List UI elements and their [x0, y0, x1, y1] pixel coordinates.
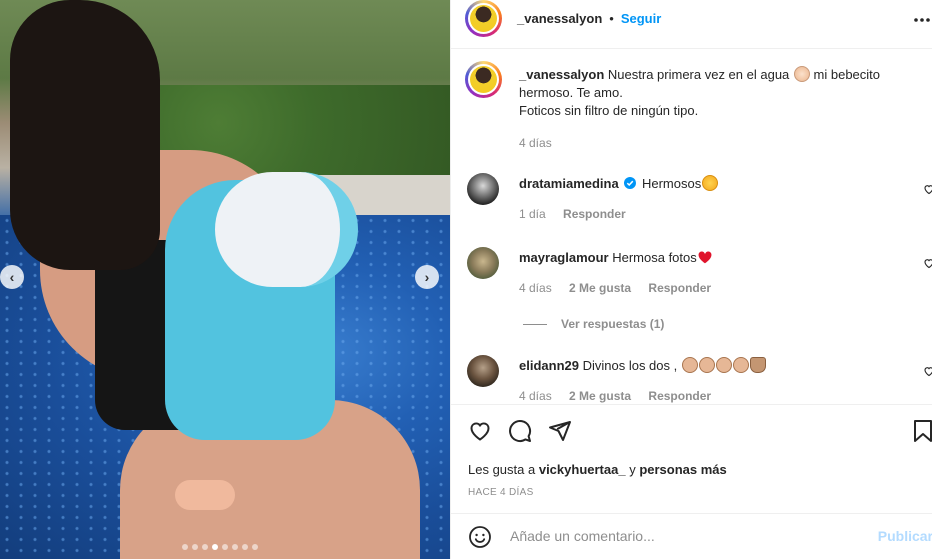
caption: _vanessalyon Nuestra primera vez en el a… [519, 66, 919, 152]
caption-username[interactable]: _vanessalyon [519, 67, 604, 82]
carousel-dot [232, 544, 238, 550]
comment-username[interactable]: dratamiamedina [519, 176, 619, 191]
post-timestamp[interactable]: HACE 4 DÍAS [468, 487, 534, 498]
comment: elidann29 Divinos los dos , 4 días 2 Me … [519, 357, 919, 404]
comment-username[interactable]: mayraglamour [519, 250, 609, 265]
comment-input[interactable] [508, 527, 832, 545]
likes-others-link[interactable]: personas más [639, 462, 726, 477]
likes-join: y [629, 462, 636, 477]
carousel-next-button[interactable]: › [415, 265, 439, 289]
likes-summary: Les gusta a vickyhuertaa_ y personas más [468, 462, 727, 477]
comment-text: Hermosos [641, 176, 702, 191]
comment-time: 4 días [519, 389, 552, 403]
heart-outline-icon [924, 367, 932, 377]
carousel-dot [252, 544, 258, 550]
clapping-hands-emoji [681, 357, 766, 373]
star-struck-emoji [702, 175, 719, 191]
heart-outline-icon [924, 259, 932, 269]
comment-text: Divinos los dos , [582, 358, 678, 373]
carousel-prev-button[interactable]: ‹ [0, 265, 24, 289]
comment-button[interactable] [508, 419, 532, 443]
post-header: _vanessalyon • Seguir [451, 0, 932, 49]
comment: dratamiamedina Hermosos 1 día Responder [519, 175, 919, 223]
carousel-dot [192, 544, 198, 550]
reply-button[interactable]: Responder [648, 281, 711, 295]
avatar-photo [470, 5, 497, 32]
comment-composer: Publicar [451, 513, 932, 560]
comment-time: 1 día [519, 207, 546, 221]
carousel-dot [212, 544, 218, 550]
baby-face-emoji [793, 66, 810, 82]
instagram-post-modal: ‹ › _vanessalyon • Seguir _vanessalyon N… [0, 0, 932, 559]
chevron-left-icon: ‹ [9, 269, 15, 285]
carousel-dots [182, 544, 258, 550]
photo-hair [10, 0, 160, 270]
comment-like-button[interactable] [923, 365, 932, 377]
publish-button[interactable]: Publicar [878, 528, 932, 544]
view-replies-label: Ver respuestas (1) [561, 317, 665, 331]
comment-like-button[interactable] [923, 257, 932, 269]
caption-text: hermoso. Te amo. [519, 85, 623, 100]
more-options-button[interactable] [913, 6, 931, 29]
smiley-icon [469, 526, 491, 548]
caption-text: mi bebecito [813, 67, 881, 82]
more-horizontal-icon [914, 18, 930, 22]
caption-text: Nuestra primera vez en el agua [607, 67, 790, 82]
comment-avatar[interactable] [467, 355, 499, 387]
caption-time: 4 días [519, 136, 552, 150]
view-replies-button[interactable]: Ver respuestas (1) [523, 317, 664, 331]
carousel-dot [242, 544, 248, 550]
verified-badge-icon [624, 177, 637, 189]
follow-button[interactable]: Seguir [621, 11, 661, 26]
like-button[interactable] [468, 419, 492, 443]
paper-plane-icon [549, 421, 571, 441]
author-username[interactable]: _vanessalyon [517, 11, 602, 26]
comment-like-button[interactable] [923, 183, 932, 195]
separator-dot: • [609, 11, 614, 26]
author-avatar[interactable] [465, 0, 502, 37]
save-button[interactable] [913, 419, 932, 443]
heart-outline-icon [470, 422, 490, 441]
carousel-dot [182, 544, 188, 550]
emoji-picker-button[interactable] [468, 525, 492, 552]
carousel-dot [202, 544, 208, 550]
comment-text: Hermosa fotos [612, 250, 697, 265]
caption-avatar[interactable] [465, 61, 502, 98]
comment: mayraglamour Hermosa fotos 4 días 2 Me g… [519, 249, 919, 297]
comment-username[interactable]: elidann29 [519, 358, 579, 373]
comment-avatar[interactable] [467, 173, 499, 205]
reply-button[interactable]: Responder [563, 207, 626, 221]
bookmark-icon [914, 420, 932, 442]
carousel-dot [222, 544, 228, 550]
share-button[interactable] [548, 419, 572, 443]
comment-bubble-icon [509, 420, 532, 442]
red-heart-emoji [698, 251, 712, 264]
chevron-right-icon: › [424, 269, 430, 285]
post-side-panel: _vanessalyon • Seguir _vanessalyon Nuest… [450, 0, 932, 559]
likes-prefix: Les gusta a [468, 462, 536, 477]
comment-avatar[interactable] [467, 247, 499, 279]
likes-user-link[interactable]: vickyhuertaa_ [539, 462, 626, 477]
caption-text: Foticos sin filtro de ningún tipo. [519, 103, 699, 118]
reply-button[interactable]: Responder [648, 389, 711, 403]
comment-time: 4 días [519, 281, 552, 295]
photo-baby-hat [215, 172, 358, 287]
replies-divider [523, 323, 547, 325]
comment-likes[interactable]: 2 Me gusta [569, 389, 631, 403]
comments-list[interactable]: _vanessalyon Nuestra primera vez en el a… [451, 49, 932, 404]
post-photo[interactable]: ‹ › [0, 0, 450, 559]
heart-outline-icon [924, 185, 932, 195]
photo-baby-foot [175, 480, 235, 510]
comment-likes[interactable]: 2 Me gusta [569, 281, 631, 295]
